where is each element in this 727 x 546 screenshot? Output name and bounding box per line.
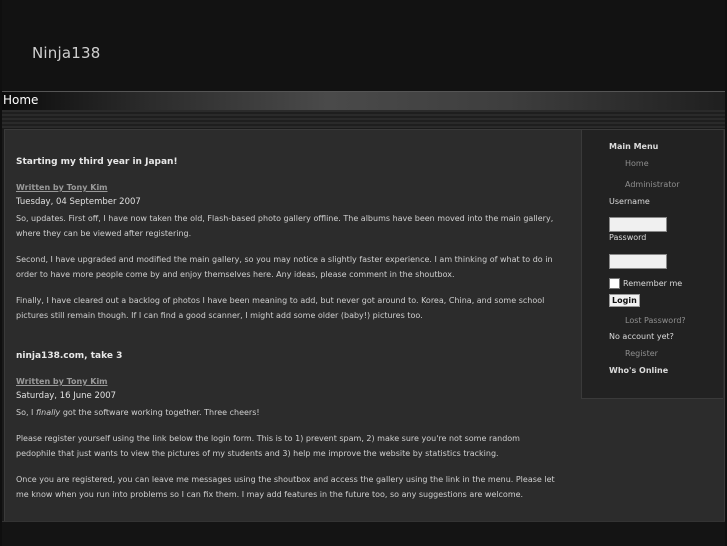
password-input[interactable] [609, 254, 667, 269]
emphasis-text: finally [35, 408, 61, 417]
site-header: Ninja138 [2, 0, 725, 91]
decorative-stripe [2, 110, 725, 128]
article-date: Tuesday, 04 September 2007 [16, 197, 141, 207]
no-account-label: No account yet? [609, 332, 674, 341]
article-paragraph: Please register yourself using the link … [16, 434, 520, 458]
article: ninja138.com, take 3 Written by Tony Kim… [16, 351, 561, 502]
article-paragraph: So, updates. First off, I have now taken… [16, 214, 554, 238]
site-title: Ninja138 [32, 44, 101, 62]
author-link[interactable]: Written by Tony Kim [16, 183, 108, 192]
article-date: Saturday, 16 June 2007 [16, 391, 117, 401]
article-paragraph: Finally, I have cleared out a backlog of… [16, 296, 545, 320]
menu-item-administrator[interactable]: Administrator [625, 180, 680, 189]
nav-home-link[interactable]: Home [3, 93, 38, 107]
article-title: Starting my third year in Japan! [16, 157, 178, 167]
author-link[interactable]: Written by Tony Kim [16, 377, 108, 386]
register-link[interactable]: Register [625, 349, 658, 358]
username-input[interactable] [609, 217, 667, 232]
site-footer [2, 521, 725, 546]
main-menu-heading: Main Menu [609, 142, 659, 151]
paragraph-text: So, I [16, 408, 36, 417]
top-navbar: Home [2, 91, 725, 111]
whos-online-heading: Who's Online [609, 366, 669, 375]
password-label: Password [609, 233, 647, 242]
menu-item-home[interactable]: Home [625, 159, 649, 168]
username-label: Username [609, 197, 650, 206]
article-paragraph: Second, I have upgraded and modified the… [16, 255, 553, 279]
main-content: Starting my third year in Japan! Written… [16, 150, 561, 522]
article-title: ninja138.com, take 3 [16, 351, 123, 361]
remember-me-label: Remember me [623, 279, 683, 288]
login-button[interactable]: Login [609, 294, 640, 307]
article: Starting my third year in Japan! Written… [16, 157, 561, 323]
article-paragraph: So, I finally got the software working t… [16, 405, 561, 420]
remember-me-checkbox[interactable] [609, 278, 620, 289]
lost-password-link[interactable]: Lost Password? [625, 316, 686, 325]
sidebar: Main Menu Home Administrator Username Pa… [581, 130, 723, 399]
paragraph-text: got the software working together. Three… [60, 408, 260, 417]
article-paragraph: Once you are registered, you can leave m… [16, 475, 555, 499]
